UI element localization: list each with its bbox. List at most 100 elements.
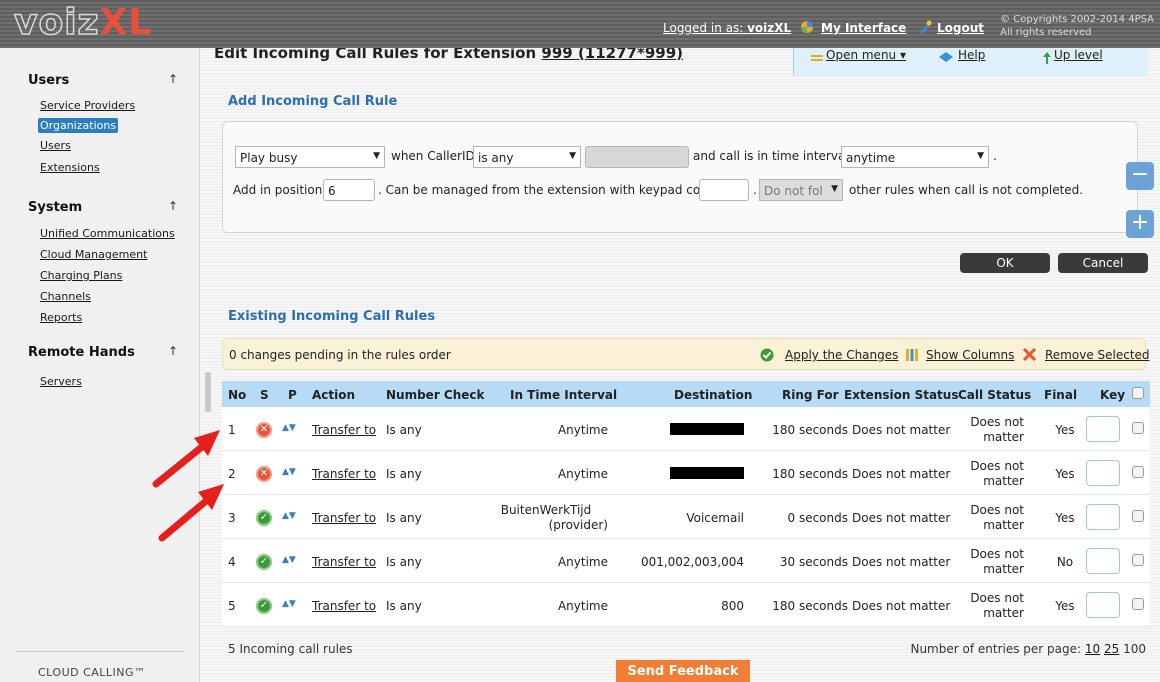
priority-arrows-icon[interactable]: ▲▼ xyxy=(282,599,296,609)
sidebar-section-system[interactable]: System xyxy=(28,200,82,215)
time-interval: Anytime xyxy=(557,599,608,613)
copyright: © Copyrights 2002-2014 4PSA All rights r… xyxy=(1000,14,1154,38)
extension-status: Does not matter xyxy=(852,423,951,437)
select-all-checkbox[interactable] xyxy=(1132,387,1144,399)
action-link[interactable]: Transfer to xyxy=(312,423,376,437)
redacted-destination xyxy=(670,423,744,435)
sidebar-item-extensions[interactable]: Extensions xyxy=(40,161,100,174)
keypad-label: . Can be managed from the extension with… xyxy=(378,183,716,197)
action-link[interactable]: Transfer to xyxy=(312,467,376,481)
my-interface-link[interactable]: My Interface xyxy=(821,21,906,35)
page-toolbar: Open menu ▾ Help Up level xyxy=(793,48,1148,76)
sidebar-resize-handle[interactable] xyxy=(205,372,211,412)
logged-in-link[interactable]: Logged in as: voizXL xyxy=(663,21,791,35)
sidebar-item-users[interactable]: Users xyxy=(40,139,71,152)
ring-for: 30 seconds xyxy=(779,555,848,569)
show-columns-link[interactable]: Show Columns xyxy=(926,348,1014,362)
follow-rules-select[interactable]: Do not fol ▼ xyxy=(759,179,843,201)
row-checkbox[interactable] xyxy=(1132,554,1144,566)
open-menu-link[interactable]: Open menu ▾ xyxy=(826,48,906,62)
pending-text: 0 changes pending in the rules order xyxy=(229,348,451,362)
status-disabled-icon[interactable]: ✕ xyxy=(256,422,272,438)
sidebar-item-charging-plans[interactable]: Charging Plans xyxy=(40,269,122,282)
row-checkbox[interactable] xyxy=(1132,510,1144,522)
col-no[interactable]: No xyxy=(228,388,246,402)
cloud-calling-brand: CLOUD CALLING™ xyxy=(38,666,146,679)
key-input[interactable] xyxy=(1086,416,1120,442)
col-key[interactable]: Key xyxy=(1100,388,1125,402)
priority-arrows-icon[interactable]: ▲▼ xyxy=(282,555,296,565)
apply-changes-link[interactable]: Apply the Changes xyxy=(785,348,898,362)
key-input[interactable] xyxy=(1086,592,1120,618)
sidebar-section-users[interactable]: Users xyxy=(28,73,69,88)
col-final[interactable]: Final xyxy=(1044,388,1077,402)
time-interval: Anytime xyxy=(557,423,608,437)
logout-link[interactable]: Logout xyxy=(937,21,984,35)
collapse-arrow-icon[interactable]: ↑ xyxy=(168,199,178,213)
sidebar-item-organizations[interactable]: Organizations xyxy=(38,118,119,133)
number-check: Is any xyxy=(386,555,422,569)
position-input[interactable]: 6 xyxy=(323,179,375,201)
collapse-arrow-icon[interactable]: ↑ xyxy=(168,72,178,86)
callerid-select[interactable]: is any ▼ xyxy=(473,146,581,168)
action-link[interactable]: Transfer to xyxy=(312,511,376,525)
col-p[interactable]: P xyxy=(288,388,297,402)
row-checkbox[interactable] xyxy=(1132,598,1144,610)
extension-status: Does not matter xyxy=(852,511,951,525)
sidebar-item-service-providers[interactable]: Service Providers xyxy=(40,99,135,112)
key-input[interactable] xyxy=(1086,460,1120,486)
col-s[interactable]: S xyxy=(260,388,269,402)
extension-link[interactable]: 999 (11277*999) xyxy=(541,48,683,62)
priority-arrows-icon[interactable]: ▲▼ xyxy=(282,467,296,477)
status-enabled-icon[interactable]: ✓ xyxy=(256,598,272,614)
my-interface-icon xyxy=(801,21,813,33)
cancel-button[interactable]: Cancel xyxy=(1058,253,1148,273)
col-call-status[interactable]: Call Status xyxy=(958,388,1031,402)
key-input[interactable] xyxy=(1086,504,1120,530)
col-ring-for[interactable]: Ring For xyxy=(782,388,839,402)
page-title-bar: Edit Incoming Call Rules for Extension 9… xyxy=(212,48,800,66)
call-status: Does not xyxy=(970,415,1024,429)
col-destination[interactable]: Destination xyxy=(674,388,752,402)
row-checkbox[interactable] xyxy=(1132,422,1144,434)
sidebar-item-reports[interactable]: Reports xyxy=(40,311,82,324)
status-enabled-icon[interactable]: ✓ xyxy=(256,554,272,570)
send-feedback-button[interactable]: Send Feedback xyxy=(616,660,750,682)
priority-arrows-icon[interactable]: ▲▼ xyxy=(282,423,296,433)
time-interval-select[interactable]: anytime ▼ xyxy=(841,146,989,168)
table-row: 2 ✕ ▲▼ Transfer to Is any Anytime 180 seconds D… xyxy=(222,451,1150,495)
destination: Voicemail xyxy=(686,511,744,525)
sidebar-item-channels[interactable]: Channels xyxy=(40,290,91,303)
status-enabled-icon[interactable]: ✓ xyxy=(256,510,272,526)
voizxl-logo[interactable]: voizXL xyxy=(13,2,152,44)
collapse-arrow-icon[interactable]: ↑ xyxy=(168,344,178,358)
key-input[interactable] xyxy=(1086,548,1120,574)
sidebar-item-cloud-management[interactable]: Cloud Management xyxy=(40,248,147,261)
row-checkbox[interactable] xyxy=(1132,466,1144,478)
up-level-link[interactable]: Up level xyxy=(1054,48,1103,62)
keypad-code-input[interactable] xyxy=(699,179,749,201)
ok-button[interactable]: OK xyxy=(960,253,1050,273)
col-in-time-interval[interactable]: In Time Interval xyxy=(510,388,617,402)
col-number-check[interactable]: Number Check xyxy=(386,388,485,402)
sidebar-item-servers[interactable]: Servers xyxy=(40,375,82,388)
callerid-number-input[interactable] xyxy=(585,146,689,168)
expand-plus-button[interactable]: + xyxy=(1126,210,1154,238)
chevron-down-icon: ▼ xyxy=(569,151,576,161)
action-link[interactable]: Transfer to xyxy=(312,599,376,613)
collapse-minus-button[interactable]: − xyxy=(1126,162,1154,190)
columns-icon xyxy=(906,349,918,361)
action-link[interactable]: Transfer to xyxy=(312,555,376,569)
per-page-option-25[interactable]: 25 xyxy=(1104,642,1119,656)
sidebar-section-remote-hands[interactable]: Remote Hands xyxy=(28,345,135,360)
sidebar-item-unified-communications[interactable]: Unified Communications xyxy=(40,227,175,240)
col-action[interactable]: Action xyxy=(312,388,355,402)
priority-arrows-icon[interactable]: ▲▼ xyxy=(282,511,296,521)
status-disabled-icon[interactable]: ✕ xyxy=(256,466,272,482)
col-extension-status[interactable]: Extension Status xyxy=(844,388,958,402)
per-page-option-10[interactable]: 10 xyxy=(1085,642,1100,656)
remove-selected-link[interactable]: Remove Selected xyxy=(1045,348,1150,362)
action-select[interactable]: Play busy ▼ xyxy=(235,146,385,168)
time-interval: BuitenWerkTijd xyxy=(500,503,592,517)
help-link[interactable]: Help xyxy=(958,48,985,62)
